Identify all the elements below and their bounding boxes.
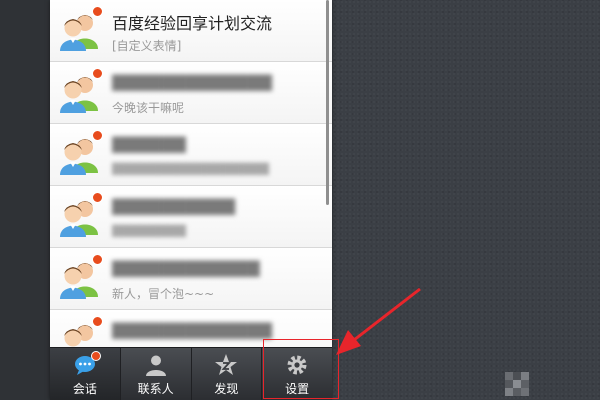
tab-contacts[interactable]: 联系人 [121, 348, 192, 400]
conversation-list[interactable]: 百度经验回享计划交流 [自定义表情] ▇▇▇▇▇▇▇▇▇▇▇▇▇ 今晚该干嘛呢 … [50, 0, 332, 347]
conversation-preview: [自定义表情] [112, 39, 182, 53]
conversation-preview-redacted: ▇▇▇▇▇▇▇▇▇▇▇▇▇▇▇▇▇ [112, 161, 269, 175]
contact-person-icon [144, 353, 168, 377]
unread-badge [92, 254, 103, 265]
conversation-item[interactable]: ▇▇▇▇▇▇▇▇▇▇▇▇ 新人，冒个泡~~~ [50, 248, 332, 310]
conversation-title-redacted: ▇▇▇▇▇▇▇▇▇▇▇▇ [112, 258, 260, 277]
unread-badge [92, 192, 103, 203]
tab-discover[interactable]: 发现 [192, 348, 263, 400]
conversation-preview-redacted: ▇▇▇▇▇▇▇▇ [112, 223, 186, 237]
conversation-preview: 今晚该干嘛呢 [112, 101, 185, 115]
conversation-title-redacted: ▇▇▇▇▇▇▇▇▇▇ [112, 196, 236, 215]
conversation-title-redacted: ▇▇▇▇▇▇▇▇▇▇▇▇▇ [112, 320, 272, 339]
conversation-title-redacted: ▇▇▇▇▇▇▇▇▇▇▇▇▇ [112, 72, 272, 91]
scrollbar[interactable] [326, 0, 329, 205]
unread-badge [92, 6, 103, 17]
tab-label: 会话 [72, 382, 97, 396]
conversation-item[interactable]: ▇▇▇▇▇▇▇▇▇▇▇▇▇ 今晚该干嘛呢 [50, 62, 332, 124]
annotation-highlight-box [263, 339, 339, 399]
unread-badge [92, 130, 103, 141]
annotation-arrow-icon [336, 287, 421, 355]
conversation-title: 百度经验回享计划交流 [112, 14, 273, 33]
conversation-item[interactable]: ▇▇▇▇▇▇▇▇▇▇ ▇▇▇▇▇▇▇▇ [50, 186, 332, 248]
discover-star-icon [214, 353, 238, 377]
tab-conversations[interactable]: 会话 [50, 348, 121, 400]
unread-badge [92, 68, 103, 79]
conversation-title-redacted: ▇▇▇▇▇▇ [112, 134, 186, 153]
conversation-item[interactable]: ▇▇▇▇▇▇ ▇▇▇▇▇▇▇▇▇▇▇▇▇▇▇▇▇ [50, 124, 332, 186]
tab-unread-badge [90, 351, 101, 361]
desktop-left-strip [0, 0, 50, 400]
unread-badge [92, 316, 103, 327]
conversation-preview: 新人，冒个泡~~~ [112, 287, 215, 301]
watermark-mosaic [505, 372, 529, 396]
tab-label: 发现 [214, 382, 239, 396]
conversation-item[interactable]: 百度经验回享计划交流 [自定义表情] [50, 0, 332, 62]
tab-label: 联系人 [137, 382, 174, 396]
